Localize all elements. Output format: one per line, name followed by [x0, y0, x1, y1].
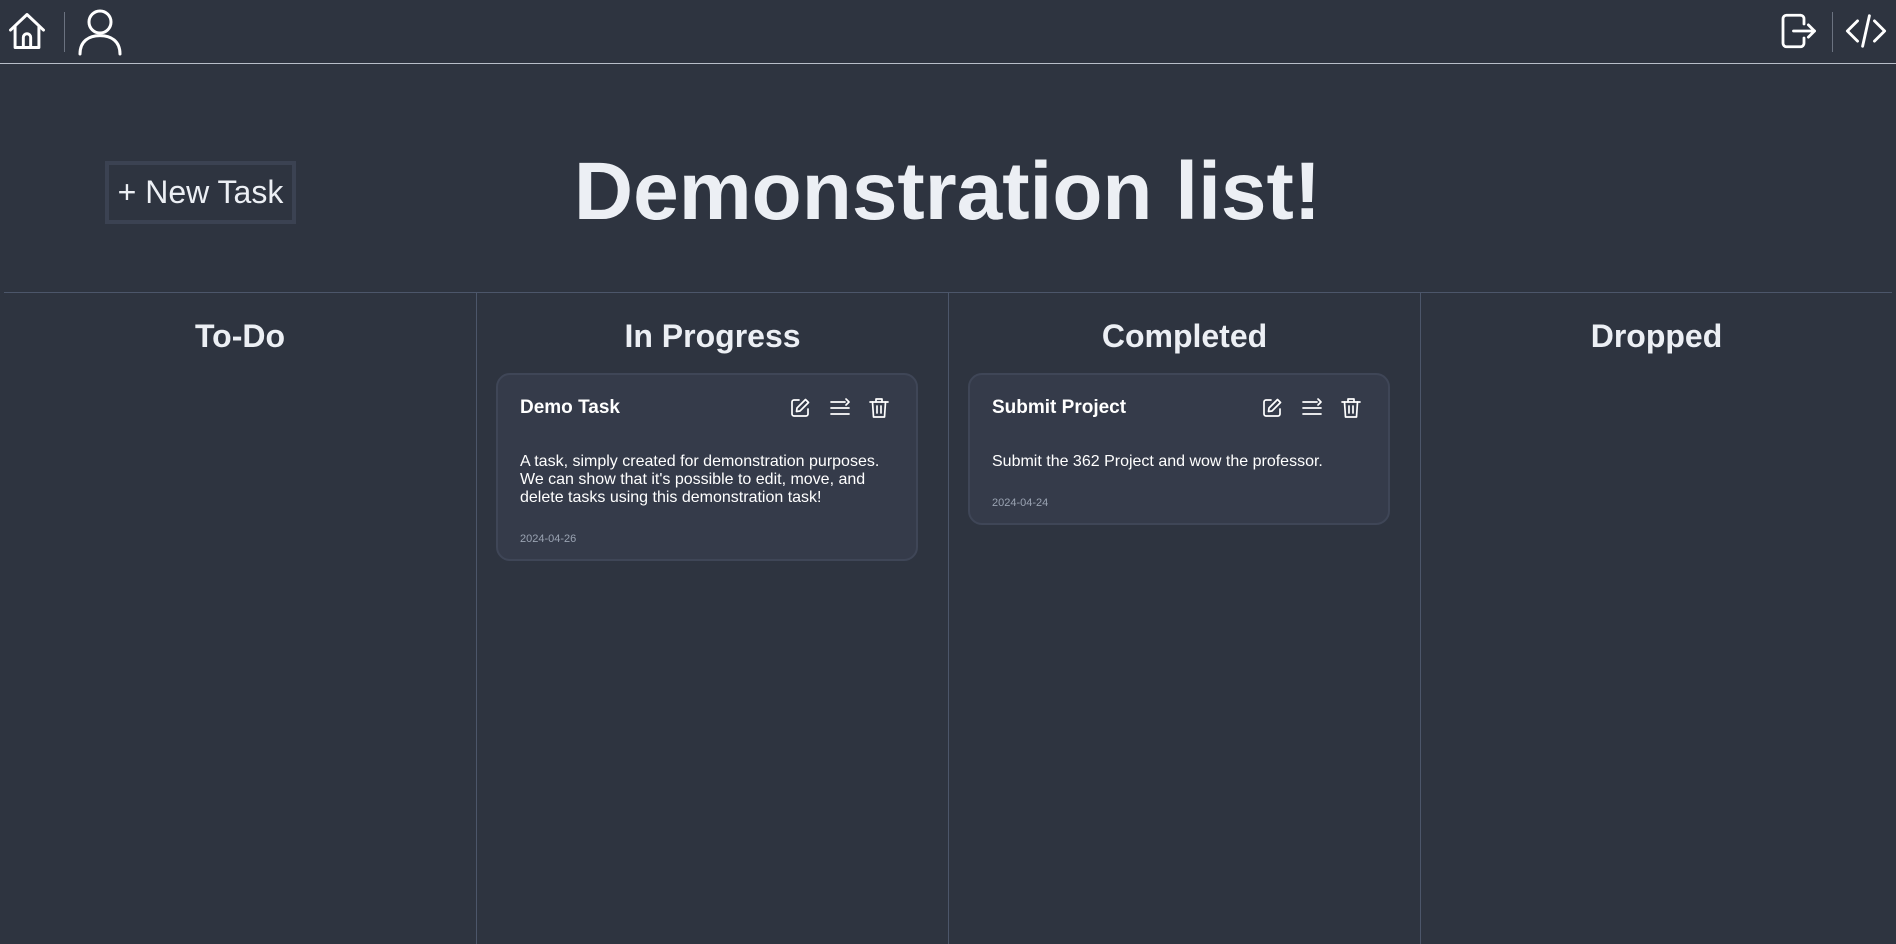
nav-divider — [1832, 12, 1833, 52]
column-title: Completed — [1101, 318, 1268, 354]
column-title: To-Do — [194, 318, 286, 354]
task-date: 2024-04-24 — [992, 497, 1049, 509]
column-title: In Progress — [624, 318, 801, 354]
card-header: Submit Project — [992, 393, 1366, 423]
nav-divider — [64, 12, 65, 52]
trash-icon[interactable] — [1340, 396, 1362, 420]
edit-icon[interactable] — [788, 396, 812, 420]
new-task-button[interactable]: + New Task — [105, 161, 296, 224]
task-title: Submit Project — [992, 397, 1127, 418]
logout-icon[interactable] — [1776, 10, 1818, 52]
home-icon[interactable] — [4, 8, 50, 54]
card-actions — [1260, 396, 1362, 420]
task-card[interactable]: Demo Task A task, simply created for dem… — [496, 373, 918, 561]
task-date: 2024-04-26 — [520, 533, 577, 545]
top-nav-bar — [0, 0, 1896, 64]
page-title: Demonstration list! — [573, 146, 1322, 237]
card-header: Demo Task — [520, 393, 894, 423]
column-title: Dropped — [1590, 318, 1723, 354]
move-icon[interactable] — [828, 396, 852, 420]
move-icon[interactable] — [1300, 396, 1324, 420]
card-actions — [788, 396, 890, 420]
task-card[interactable]: Submit Project Submit the 362 Project an… — [968, 373, 1390, 525]
kanban-board: To-Do In Progress Completed Dropped — [4, 292, 1892, 944]
task-title: Demo Task — [520, 397, 620, 418]
user-icon[interactable] — [76, 6, 124, 56]
task-description: Submit the 362 Project and wow the profe… — [992, 453, 1323, 470]
code-icon[interactable] — [1844, 10, 1888, 52]
task-description: A task, simply created for demonstration… — [520, 453, 880, 506]
column-todo: To-Do — [4, 293, 476, 944]
trash-icon[interactable] — [868, 396, 890, 420]
edit-icon[interactable] — [1260, 396, 1284, 420]
column-dropped: Dropped — [1420, 293, 1892, 944]
